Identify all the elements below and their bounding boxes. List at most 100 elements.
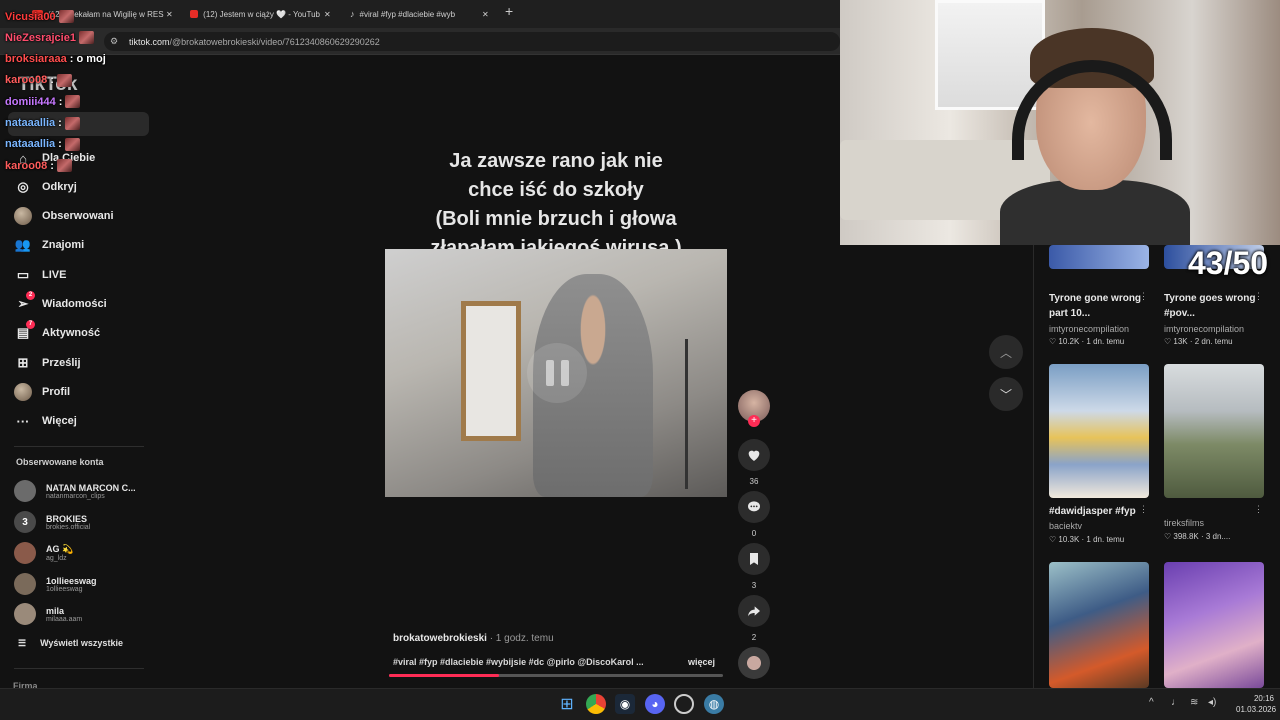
youtube-icon <box>190 10 199 18</box>
chevron-up-icon[interactable]: ^ <box>1149 697 1154 708</box>
related-meta: ♡ 398.8K · 3 dn.... <box>1164 532 1231 541</box>
related-thumbnail[interactable] <box>1164 364 1264 498</box>
comment-button[interactable] <box>738 491 770 523</box>
chevron-down-icon: ﹀ <box>999 387 1012 402</box>
close-tab-icon[interactable]: ✕ <box>482 5 489 23</box>
previous-video-button[interactable]: ︿ <box>989 335 1023 369</box>
account-handle: brokies.official <box>46 523 91 531</box>
account-handle: 1ollieeswag <box>46 585 83 593</box>
followed-account[interactable]: mila milaaa.aam <box>14 601 82 627</box>
video-frame-door <box>461 301 521 441</box>
related-user[interactable]: tireksfilms <box>1164 518 1204 528</box>
sidebar-item-label: LIVE <box>42 269 67 281</box>
sidebar-item-więcej[interactable]: ··· Więcej <box>14 411 77 431</box>
chat-message: karoo08: <box>5 159 72 173</box>
more-button[interactable]: więcej <box>688 657 715 667</box>
sidebar-item-wiadomości[interactable]: ➢ 2 Wiadomości <box>14 291 107 314</box>
wifi-icon[interactable]: ≋ <box>1190 697 1198 708</box>
sidebar-item-znajomi[interactable]: 👥 Znajomi <box>14 235 84 255</box>
related-thumbnail[interactable] <box>1164 562 1264 688</box>
video-description[interactable]: #viral #fyp #dlaciebie #wybijsie #dc @pi… <box>393 657 644 667</box>
close-tab-icon[interactable]: ✕ <box>324 5 331 23</box>
see-all-link[interactable]: ☰ Wyświetl wszystkie <box>18 638 123 649</box>
taskbar-clock[interactable]: 20:16 01.03.2026 <box>1236 693 1276 715</box>
live-icon: ▭ <box>16 267 30 282</box>
followed-account[interactable]: AG 💫 ag_ldz <box>14 540 73 566</box>
chat-text: : <box>50 74 54 87</box>
related-thumbnail[interactable] <box>1049 364 1149 498</box>
close-tab-icon[interactable]: ✕ <box>166 5 173 23</box>
sidebar-item-profil[interactable]: Profil <box>14 382 70 402</box>
related-thumbnail[interactable] <box>1049 562 1149 688</box>
steam-icon[interactable]: ◉ <box>615 694 635 714</box>
chat-message: Vicusia00 <box>5 10 74 23</box>
pause-button[interactable] <box>527 343 587 403</box>
followed-account[interactable]: 3 BROKIES brokies.official <box>14 509 90 535</box>
account-handle: milaaa.aam <box>46 615 83 623</box>
volume-icon[interactable]: ◂) <box>1208 697 1216 708</box>
more-options-icon[interactable]: ⋮ <box>1254 291 1263 302</box>
clock-time: 20:16 <box>1253 694 1274 703</box>
emote-image <box>56 159 72 173</box>
account-name: NATAN MARCON C... <box>46 482 136 493</box>
related-thumbnail[interactable] <box>1049 245 1149 269</box>
avatar: 3 <box>14 511 36 533</box>
chat-message: karoo08: <box>5 73 72 87</box>
more-options-icon[interactable]: ⋮ <box>1254 504 1263 515</box>
sidebar-item-label: Odkryj <box>42 181 77 193</box>
browser-tab-3[interactable]: ♪ #viral #fyp #dlaciebie #wyb <box>350 5 478 23</box>
microphone-icon[interactable]: ♩ <box>1171 697 1181 708</box>
chevron-up-icon: ︿ <box>999 345 1012 360</box>
like-button[interactable] <box>738 439 770 471</box>
related-user[interactable]: imtyronecompilation <box>1164 324 1244 334</box>
related-user[interactable]: imtyronecompilation <box>1049 324 1129 334</box>
sidebar-item-prześlij[interactable]: ⊞ Prześlij <box>14 353 81 373</box>
save-button[interactable] <box>738 543 770 575</box>
tiktok-icon: ♪ <box>350 9 355 19</box>
compass-icon: ◎ <box>17 179 29 194</box>
related-title[interactable]: Tyrone gone wrong part 10... <box>1049 291 1144 321</box>
followed-account[interactable]: NATAN MARCON C... natanmarcon_clips <box>14 478 136 504</box>
new-tab-icon[interactable]: + <box>505 3 513 19</box>
caption-line: (Boli mnie brzuch i głowa <box>435 208 677 230</box>
video-frame-lamp <box>685 339 688 489</box>
obs-icon[interactable] <box>674 694 694 714</box>
windows-start-icon[interactable]: ⊞ <box>557 694 577 714</box>
more-options-icon[interactable]: ⋮ <box>1139 504 1148 515</box>
more-options-icon[interactable]: ⋮ <box>1139 291 1148 302</box>
discord-icon[interactable]: ◕ <box>645 694 665 714</box>
chrome-icon[interactable] <box>586 694 606 714</box>
related-user[interactable]: baciektv <box>1049 521 1082 531</box>
sidebar-item-odkryj[interactable]: ◎ Odkryj <box>14 177 77 197</box>
notification-badge: 7 <box>26 320 35 329</box>
related-title[interactable]: Tyrone goes wrong #pov... <box>1164 291 1259 321</box>
emote-image <box>56 73 72 87</box>
account-handle: ag_ldz <box>46 555 67 562</box>
sidebar-item-aktywność[interactable]: ▤ 7 Aktywność <box>14 320 100 343</box>
share-count: 2 <box>751 633 757 642</box>
music-disc-icon[interactable] <box>738 647 770 679</box>
sidebar-item-live[interactable]: ▭ LIVE <box>14 265 67 285</box>
author-name[interactable]: brokatowebrokieski <box>393 633 487 644</box>
url-text[interactable]: tiktok.com/@brokatowebrokieski/video/761… <box>129 37 380 47</box>
site-info-icon[interactable]: ⚙ <box>110 36 118 47</box>
video-progress-bar[interactable] <box>389 674 723 677</box>
followed-account[interactable]: 1ollieeswag 1ollieeswag <box>14 571 97 597</box>
share-button[interactable] <box>738 595 770 627</box>
chat-text: : <box>50 159 54 172</box>
chat-text: : <box>58 138 62 151</box>
related-title[interactable]: #dawidjasper #fyp <box>1049 504 1144 519</box>
follow-plus-icon[interactable]: + <box>748 415 760 427</box>
avatar-icon <box>14 207 32 225</box>
video-author-line: brokatowebrokieski · 1 godz. temu <box>393 633 554 644</box>
next-video-button[interactable]: ﹀ <box>989 377 1023 411</box>
avatar <box>14 542 36 564</box>
tab-title: #viral #fyp #dlaciebie #wyb <box>359 9 456 19</box>
sidebar-item-label: Wiadomości <box>42 298 107 310</box>
browser-tab-2[interactable]: (12) Jestem w ciąży 🤍 - YouTub <box>190 5 320 23</box>
sidebar-item-label: Obserwowani <box>42 210 114 222</box>
app-icon[interactable]: ◍ <box>704 694 724 714</box>
sidebar-item-obserwowani[interactable]: Obserwowani <box>14 206 114 226</box>
notification-badge: 2 <box>26 291 35 300</box>
screen: (12) Czekałam na Wigilię w RES ✕ (12) Je… <box>0 0 1280 720</box>
